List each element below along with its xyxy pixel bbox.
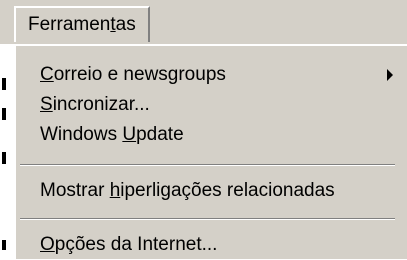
menu-item-label-part: pdate (136, 124, 184, 145)
menu-separator (20, 164, 395, 166)
ferramentas-dropdown-menu: Correio e newsgroups Sincronizar... Wind… (14, 44, 407, 259)
menu-item-accelerator: h (109, 180, 121, 201)
menu-item-opcoes-da-internet[interactable]: Opções da Internet... (16, 230, 407, 260)
menu-item-label-part: iperligações relacionadas (120, 180, 335, 201)
menu-item-accelerator: U (122, 124, 137, 145)
menu-item-windows-update[interactable]: Windows Update (16, 120, 407, 150)
document-text-fragment (2, 108, 6, 120)
document-text-fragment (2, 152, 6, 164)
menu-item-sincronizar[interactable]: Sincronizar... (16, 90, 407, 120)
menu-bar: Ferramentas (0, 0, 407, 44)
menu-title-text-part: as (115, 14, 136, 35)
chevron-right-icon (387, 69, 393, 81)
document-text-fragment (2, 78, 6, 90)
menu-title-ferramentas[interactable]: Ferramentas (14, 6, 150, 42)
menu-item-label-part: orreio e newsgroups (53, 64, 226, 85)
menu-title-text-part: Ferramen (28, 14, 111, 35)
menu-item-label-part: incronizar... (52, 94, 150, 115)
menu-item-correio-e-newsgroups[interactable]: Correio e newsgroups (16, 60, 407, 90)
menu-item-accelerator: C (40, 64, 54, 85)
menu-item-label-part: Windows (40, 124, 123, 145)
menu-item-accelerator: S (40, 94, 53, 115)
menu-item-mostrar-hiperligacoes-relacionadas[interactable]: Mostrar hiperligações relacionadas (16, 176, 407, 206)
menu-item-accelerator: O (40, 234, 55, 255)
menu-separator (20, 218, 395, 220)
menu-item-label-part: pções da Internet... (54, 234, 218, 255)
menu-item-label-part: Mostrar (40, 180, 110, 201)
document-text-fragment (2, 240, 6, 250)
